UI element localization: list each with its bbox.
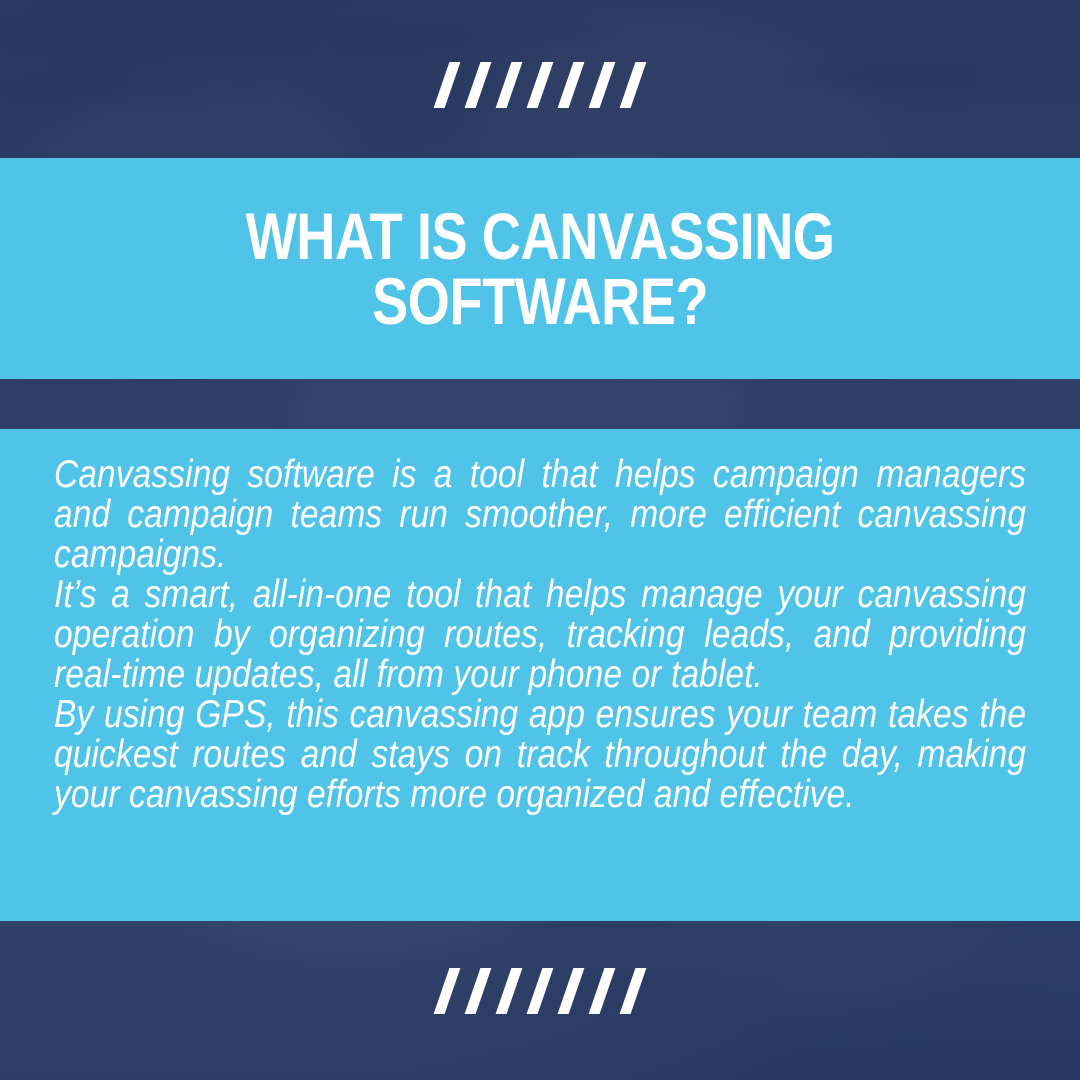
body-paragraph-2: It’s a smart, all-in-one tool that helps… [54, 573, 1027, 696]
body-copy: Canvassing software is a tool that helps… [0, 429, 1080, 815]
slash-icon [526, 968, 554, 1014]
slash-icon [495, 968, 523, 1014]
slash-icon [495, 62, 523, 108]
title-band: WHAT IS CANVASSING SOFTWARE? [0, 158, 1080, 379]
top-slash-ornament [433, 62, 647, 108]
body-paragraph-1: Canvassing software is a tool that helps… [54, 453, 1027, 576]
slash-icon [464, 968, 492, 1014]
poster-canvas: WHAT IS CANVASSING SOFTWARE? Canvassing … [0, 0, 1080, 1080]
slash-icon [526, 62, 554, 108]
slash-icon [557, 62, 585, 108]
slash-icon [588, 968, 616, 1014]
slash-icon [464, 62, 492, 108]
body-band: Canvassing software is a tool that helps… [0, 429, 1080, 921]
page-title: WHAT IS CANVASSING SOFTWARE? [245, 198, 835, 338]
bottom-slash-ornament [433, 968, 647, 1014]
body-paragraph-3: By using GPS, this canvassing app ensure… [54, 693, 1027, 816]
slash-icon [588, 62, 616, 108]
slash-icon [557, 968, 585, 1014]
